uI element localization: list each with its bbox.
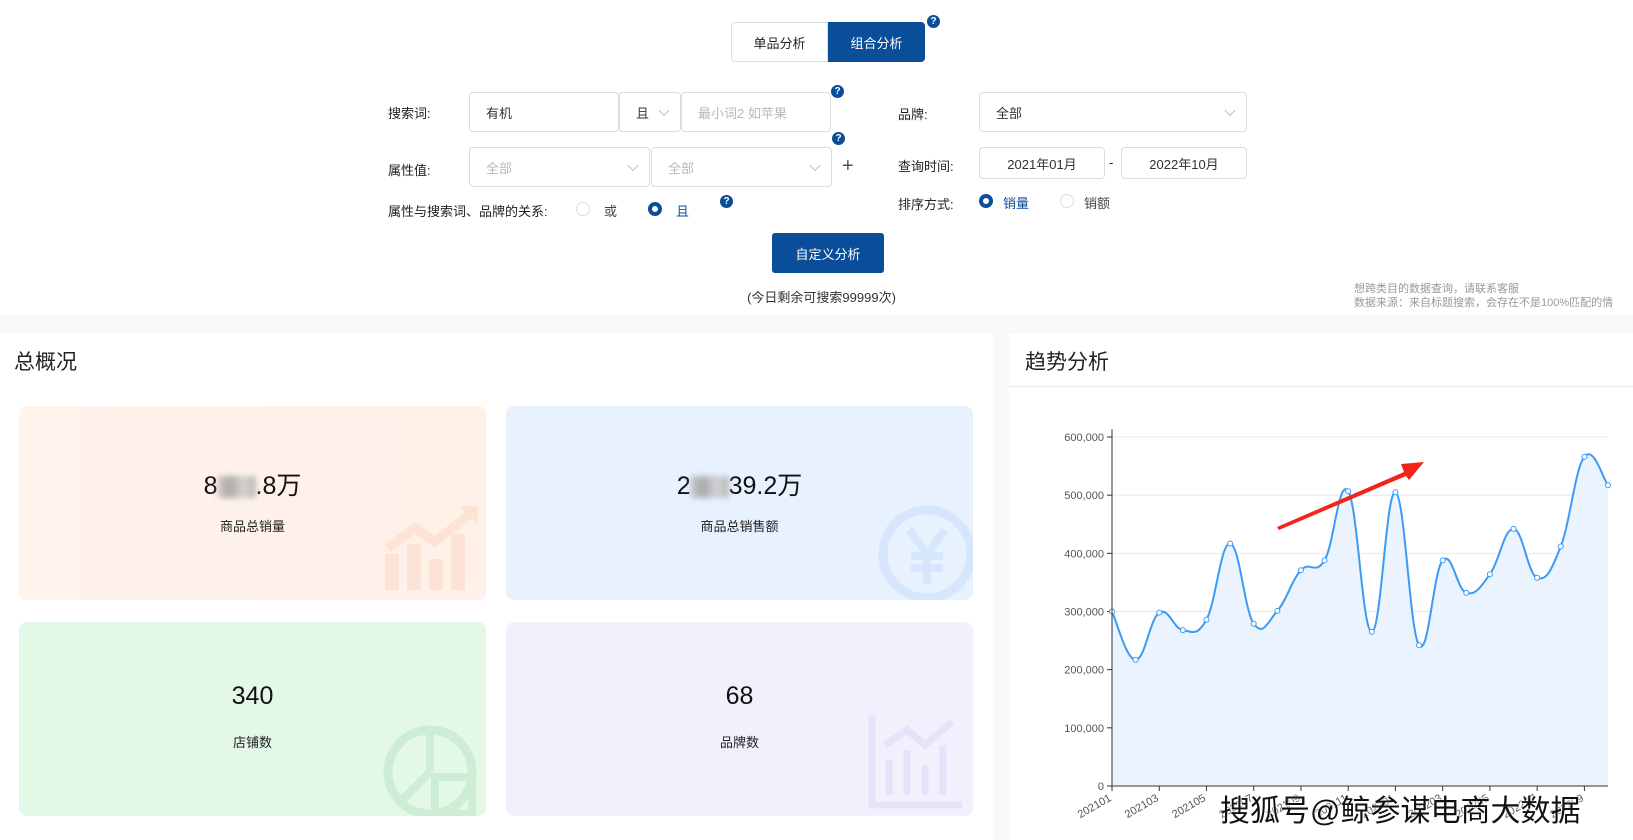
overview-title: 总概况 (14, 351, 77, 374)
data-point (1392, 489, 1399, 496)
sort-label: 排序方式: (898, 197, 954, 212)
y-tick-label: 600,000 (1064, 432, 1104, 444)
card-value: 2 39.2万 (676, 472, 803, 500)
sort-volume-label: 销量 (1003, 196, 1030, 211)
chevron-down-icon (658, 104, 670, 117)
tab-single-analysis[interactable]: 单品分析 (731, 22, 828, 62)
y-tick-label: 300,000 (1064, 607, 1104, 619)
sort-volume-radio[interactable] (979, 194, 993, 208)
data-point (1321, 557, 1328, 564)
help-icon[interactable]: ? (927, 15, 940, 28)
data-point (1605, 482, 1611, 489)
bar-chart-rising-icon (385, 506, 478, 590)
y-tick-label: 0 (1098, 781, 1104, 793)
help-icon[interactable]: ? (831, 85, 844, 98)
x-tick-label: 202101 (1076, 792, 1114, 821)
data-point (1439, 557, 1446, 564)
card-total-sales-volume: 8.8万 商品总销量 (19, 406, 486, 600)
data-point (1156, 609, 1163, 616)
card-value: 340 (231, 682, 274, 710)
attr2-value: 全部 (668, 160, 695, 176)
tab-combo-analysis[interactable]: 组合分析 (828, 22, 925, 62)
data-point (1486, 571, 1493, 578)
search-label: 搜索词: (388, 106, 431, 121)
query-panel: 单品分析 组合分析 ? 搜索词: 有机 且 最小词2 如苹果 ? 属性值: 全部… (0, 0, 1633, 315)
card-total-sales-amount: 2 39.2万 商品总销售额 (506, 406, 973, 600)
chevron-down-icon (809, 159, 821, 172)
data-point (1203, 616, 1210, 623)
relation-and-radio[interactable] (648, 202, 662, 216)
watermark: 搜狐号@鲸参谋电商大数据 (1220, 795, 1581, 828)
search-input[interactable]: 有机 (469, 92, 619, 132)
data-point (1581, 453, 1588, 460)
analysis-tabs: 单品分析 组合分析 (731, 22, 925, 62)
time-label: 查询时间: (898, 159, 954, 174)
data-point (1250, 620, 1257, 627)
data-point (1557, 543, 1564, 550)
custom-analysis-button[interactable]: 自定义分析 (772, 233, 884, 273)
yen-icon (878, 505, 973, 600)
relation-and-label: 且 (676, 204, 690, 219)
column-chart-icon (868, 715, 962, 809)
search2-input[interactable]: 最小词2 如苹果 (681, 92, 831, 132)
x-tick-label: 202105 (1170, 792, 1208, 821)
data-point (1510, 525, 1517, 532)
card-value: 68 (725, 682, 754, 710)
y-tick-label: 100,000 (1064, 723, 1104, 735)
sort-amount-label: 销额 (1084, 196, 1111, 211)
x-tick-label: 202103 (1123, 792, 1161, 821)
divider (1009, 386, 1633, 387)
y-tick-label: 500,000 (1064, 490, 1104, 502)
time-start-input[interactable]: 2021年01月 (979, 147, 1105, 179)
card-value: 8.8万 (203, 472, 302, 500)
y-tick-label: 400,000 (1064, 548, 1104, 560)
data-point (1132, 656, 1139, 663)
card-brand-count: 68 品牌数 (506, 622, 973, 816)
brand-value: 全部 (996, 105, 1023, 121)
sort-amount-radio[interactable] (1060, 194, 1074, 208)
time-separator: - (1109, 155, 1114, 170)
data-point (1534, 574, 1541, 581)
data-point (1463, 589, 1470, 596)
data-point (1297, 567, 1304, 574)
chevron-down-icon (1224, 104, 1236, 117)
relation-or-radio[interactable] (576, 202, 590, 216)
attr2-select[interactable]: 全部 (651, 147, 832, 187)
data-point (1179, 627, 1186, 634)
data-point (1227, 540, 1234, 547)
overview-panel: 总概况 8.8万 商品总销量 2 39.2万 商品总销售额 340 店铺数 68 … (0, 333, 993, 840)
source-note: 数据来源：来自标题搜索，会存在不是100%匹配的情 (1354, 297, 1614, 309)
relation-or-label: 或 (604, 204, 618, 219)
data-point (1368, 628, 1375, 635)
trend-title: 趋势分析 (1025, 351, 1109, 374)
data-point (1416, 642, 1423, 649)
attr-label: 属性值: (388, 163, 431, 178)
brand-label: 品牌: (898, 107, 928, 122)
chevron-down-icon (627, 159, 639, 172)
area-fill (1112, 454, 1608, 786)
logic-select[interactable]: 且 (619, 92, 681, 132)
help-icon[interactable]: ? (720, 195, 733, 208)
data-point (1274, 607, 1281, 614)
card-store-count: 340 店铺数 (19, 622, 486, 816)
y-tick-label: 200,000 (1064, 665, 1104, 677)
pie-chart-icon (383, 725, 477, 816)
trend-chart: 0 100,000 200,000 300,000 400,000 500,000 600,… (1064, 429, 1611, 821)
add-icon[interactable]: + (842, 155, 854, 178)
logic-value: 且 (636, 105, 650, 121)
brand-select[interactable]: 全部 (979, 92, 1247, 132)
relation-label: 属性与搜索词、品牌的关系: (388, 204, 548, 219)
help-icon[interactable]: ? (832, 132, 845, 145)
attr1-value: 全部 (486, 160, 513, 176)
time-end-input[interactable]: 2022年10月 (1121, 147, 1247, 179)
data-point (1345, 488, 1352, 495)
attr1-select[interactable]: 全部 (469, 147, 650, 187)
